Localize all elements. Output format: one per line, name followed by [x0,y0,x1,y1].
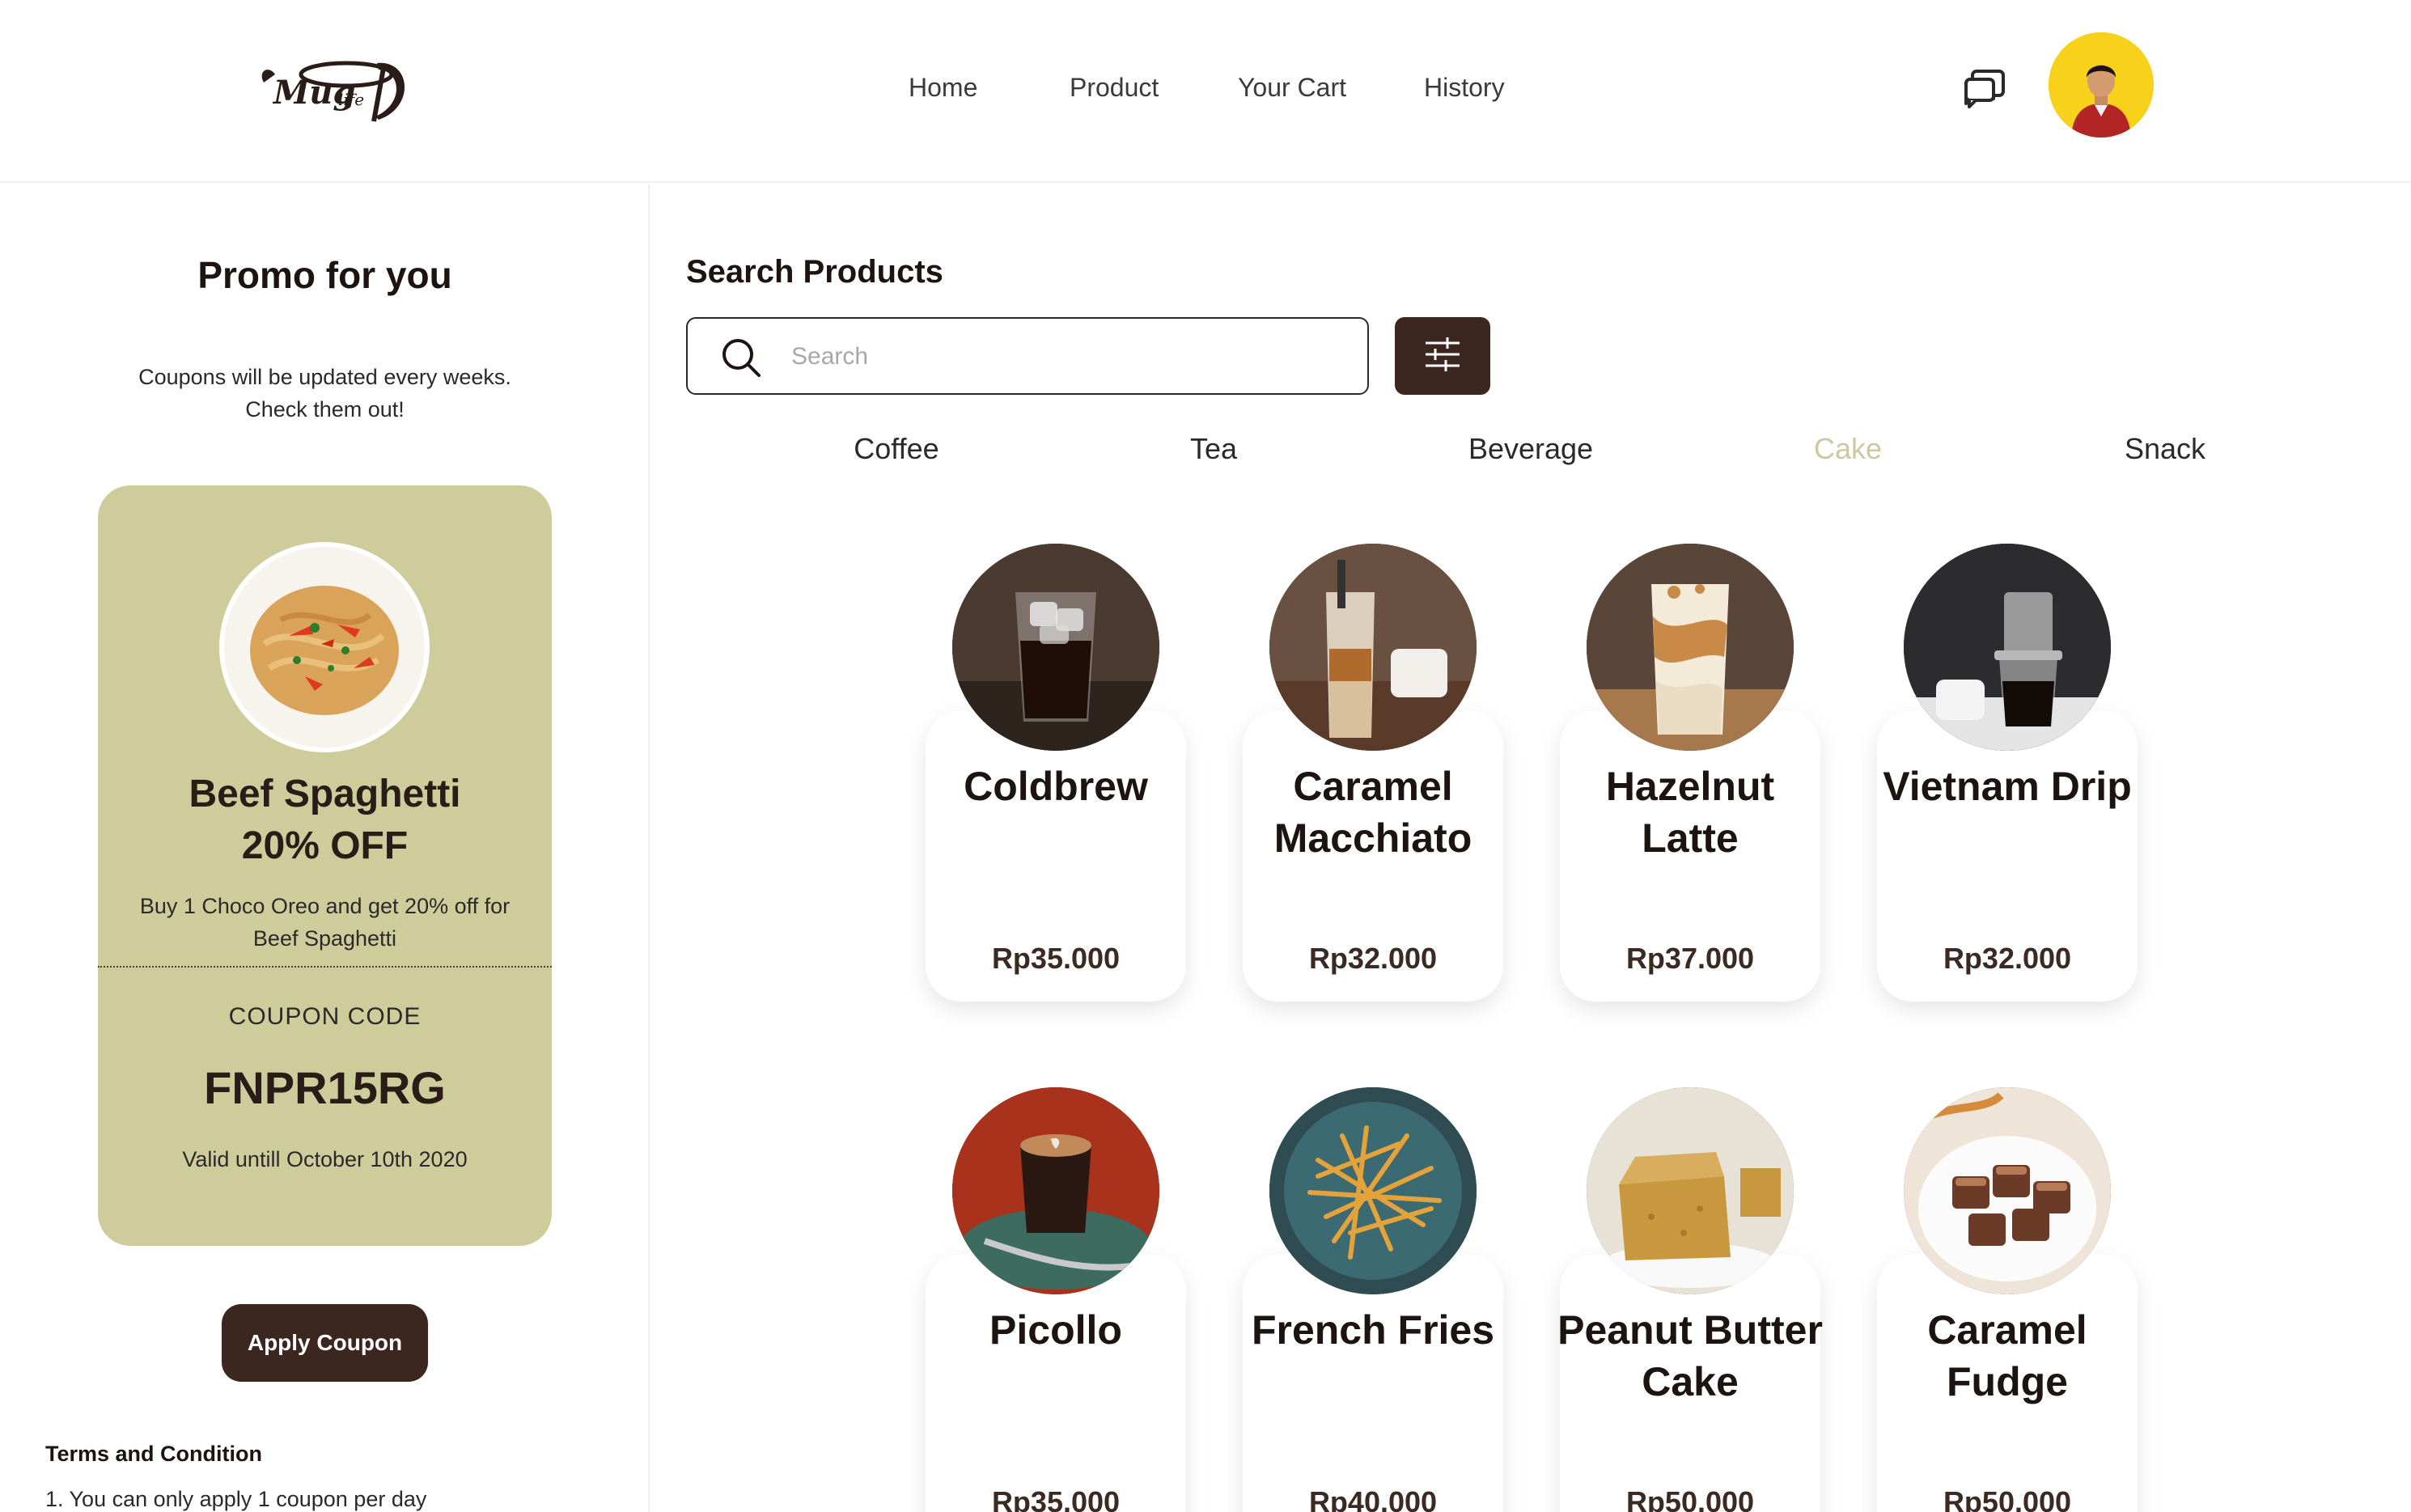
product-price: Rp32.000 [1308,942,1438,975]
tab-coffee[interactable]: Coffee [854,432,939,466]
peanut-butter-cake-image [1587,1087,1794,1294]
nav-product[interactable]: Product [1070,73,1159,103]
coupon-name-line1: Beef Spaghetti [189,773,461,815]
sliders-icon [1422,336,1463,377]
caramel-macchiato-image [1269,544,1477,751]
beef-spaghetti-image [219,542,430,752]
top-header: Mug life Home Product Your Cart History [0,0,2411,183]
product-name: French Fries [1251,1307,1495,1353]
promo-subtitle: Coupons will be updated every weeks. Che… [138,365,511,421]
product-price: Rp32.000 [1943,942,2072,975]
product-name: Peanut Butter Cake [1557,1307,1823,1404]
tab-tea[interactable]: Tea [1190,432,1237,466]
promo-title: Promo for you [197,254,452,296]
product-name: Hazelnut Latte [1605,764,1775,861]
search-input[interactable] [791,330,1350,383]
product-price: Rp50.000 [1625,1485,1755,1512]
coupon-card[interactable]: Beef Spaghetti 20% OFF Buy 1 Choco Oreo … [98,485,552,1246]
coupon-code-label: COUPON CODE [228,1003,422,1030]
filter-button[interactable] [1395,317,1490,395]
tab-cake[interactable]: Cake [1814,432,1882,466]
product-name: Vietnam Drip [1883,764,2132,809]
terms-title: Terms and Condition [45,1442,262,1466]
promo-sidebar: Promo for you Coupons will be updated ev… [0,184,650,1512]
product-price: Rp40.000 [1308,1485,1438,1512]
tab-beverage[interactable]: Beverage [1468,432,1593,466]
tab-snack[interactable]: Snack [2125,432,2205,466]
apply-coupon-button[interactable]: Apply Coupon [222,1304,428,1382]
caramel-fudge-image [1904,1087,2111,1294]
product-name: Caramel Macchiato [1273,764,1472,861]
product-price: Rp35.000 [991,1485,1121,1512]
terms-item: 1. You can only apply 1 coupon per day [45,1487,427,1511]
chat-bubbles-icon[interactable] [1961,66,2008,113]
search-title: Search Products [686,254,943,290]
coupon-code: FNPR15RG [204,1062,446,1113]
user-avatar[interactable] [2049,32,2154,138]
search-icon [720,337,762,379]
picollo-image [952,1087,1159,1294]
vietnam-drip-image [1904,544,2111,751]
nav-your-cart[interactable]: Your Cart [1238,73,1346,103]
category-tabs: Coffee Tea Beverage Cake Snack [0,432,2411,472]
product-price: Rp37.000 [1625,942,1755,975]
coupon-description: Buy 1 Choco Oreo and get 20% off for Bee… [139,894,511,951]
nav-home[interactable]: Home [909,73,977,103]
product-price: Rp35.000 [991,942,1121,975]
hazelnut-latte-image [1587,544,1794,751]
product-name: Coldbrew [964,764,1148,809]
coupon-validity: Valid untill October 10th 2020 [182,1147,468,1171]
product-name: Caramel Fudge [1927,1307,2087,1404]
coupon-discount: 20% OFF [241,824,409,867]
search-field[interactable] [686,317,1369,395]
product-name: Picollo [989,1307,1122,1353]
nav-history[interactable]: History [1424,73,1505,103]
coldbrew-image [952,544,1159,751]
coupon-divider [98,966,552,968]
product-price: Rp50.000 [1943,1485,2072,1512]
french-fries-image [1269,1087,1477,1294]
coupon-product-name: Beef Spaghetti 20% OFF [98,769,552,872]
